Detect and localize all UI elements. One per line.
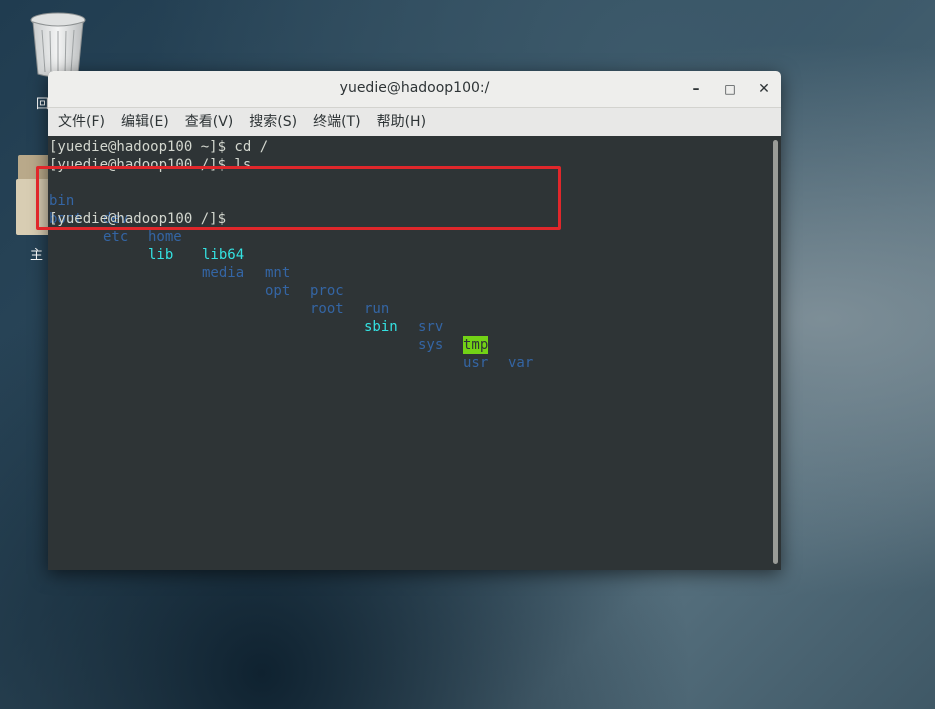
terminal-scrollbar[interactable] — [770, 136, 781, 570]
ls-entry: usr — [463, 355, 489, 371]
ls-entry: srv — [418, 319, 444, 335]
ls-entry: var — [508, 355, 534, 371]
menu-terminal[interactable]: 终端(T) — [305, 108, 368, 136]
ls-entry: proc — [310, 283, 344, 299]
menu-help[interactable]: 帮助(H) — [369, 108, 434, 136]
ls-entry: tmp — [463, 336, 489, 354]
ls-entry: opt — [265, 283, 291, 299]
ls-entry: etc — [103, 229, 129, 245]
minimize-button[interactable]: – — [684, 77, 708, 101]
trash-icon[interactable] — [28, 10, 88, 80]
menu-view[interactable]: 查看(V) — [177, 108, 242, 136]
terminal-window[interactable]: yuedie@hadoop100:/ – □ ✕ 文件(F) 编辑(E) 查看(… — [48, 71, 781, 570]
title-bar[interactable]: yuedie@hadoop100:/ – □ ✕ — [48, 71, 781, 108]
highlight-annotation-box — [36, 166, 561, 230]
ls-entry: sbin — [364, 319, 398, 335]
menu-edit[interactable]: 编辑(E) — [113, 108, 177, 136]
ls-entry: root — [310, 301, 344, 317]
terminal-line-cd: [yuedie@hadoop100 ~]$ cd / — [49, 139, 269, 155]
ls-entry: home — [148, 229, 182, 245]
close-button[interactable]: ✕ — [752, 77, 776, 101]
ls-entry: lib — [148, 247, 174, 263]
maximize-button[interactable]: □ — [718, 77, 742, 101]
ls-entry: lib64 — [202, 247, 245, 263]
menu-file[interactable]: 文件(F) — [50, 108, 113, 136]
menu-bar: 文件(F) 编辑(E) 查看(V) 搜索(S) 终端(T) 帮助(H) — [48, 108, 781, 137]
window-title: yuedie@hadoop100:/ — [339, 80, 490, 96]
ls-entry: mnt — [265, 265, 291, 281]
ls-entry: sys — [418, 337, 444, 353]
menu-search[interactable]: 搜索(S) — [241, 108, 305, 136]
ls-entry: media — [202, 265, 245, 281]
home-folder-label: 主 — [30, 248, 44, 263]
ls-entry: run — [364, 301, 390, 317]
scrollbar-thumb[interactable] — [773, 140, 778, 564]
